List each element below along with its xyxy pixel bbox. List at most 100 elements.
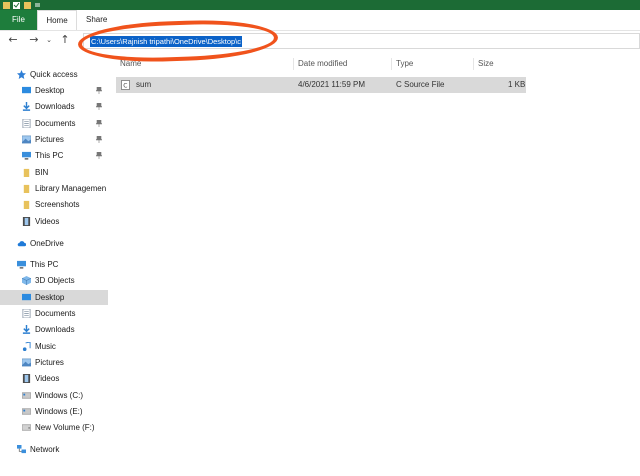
nav-label: Downloads	[35, 325, 75, 334]
new-folder-icon[interactable]	[24, 1, 31, 9]
nav-item-drive-f[interactable]: New Volume (F:)	[0, 420, 108, 435]
nav-label: Pictures	[35, 358, 64, 367]
cube-icon	[22, 276, 31, 285]
nav-item-downloads-pc[interactable]: Downloads	[0, 322, 108, 337]
computer-icon	[17, 260, 26, 269]
column-header-name[interactable]: Name	[120, 57, 141, 71]
nav-label: 3D Objects	[35, 276, 75, 285]
column-header-date[interactable]: Date modified	[298, 57, 347, 71]
column-divider[interactable]	[293, 58, 294, 70]
nav-label: Network	[30, 445, 60, 454]
nav-item-downloads[interactable]: Downloads	[0, 99, 108, 114]
c-source-file-icon: C	[121, 80, 130, 90]
nav-item-desktop-selected[interactable]: Desktop	[0, 290, 108, 305]
nav-label: Music	[35, 342, 56, 351]
recent-locations-chevron-icon[interactable]: ⌄	[42, 33, 56, 47]
tab-file[interactable]: File	[0, 10, 37, 30]
pin-icon[interactable]	[96, 136, 102, 143]
computer-icon	[22, 151, 31, 160]
nav-label: New Volume (F:)	[35, 423, 95, 432]
nav-item-music[interactable]: Music	[0, 339, 108, 354]
nav-item-screenshots[interactable]: Screenshots	[0, 197, 108, 212]
svg-text:C: C	[123, 83, 127, 90]
nav-network[interactable]: Network	[0, 442, 108, 457]
nav-item-drive-c[interactable]: Windows (C:)	[0, 388, 108, 403]
nav-label: Downloads	[35, 102, 75, 111]
nav-label: This PC	[35, 151, 64, 160]
nav-quick-access[interactable]: Quick access	[0, 67, 108, 82]
nav-item-drive-e[interactable]: Windows (E:)	[0, 404, 108, 419]
nav-label: Desktop	[35, 86, 65, 95]
pin-icon[interactable]	[96, 103, 102, 110]
download-arrow-icon	[22, 325, 31, 334]
back-arrow-icon[interactable]: ←	[6, 33, 20, 47]
column-header-type[interactable]: Type	[396, 57, 413, 71]
film-icon	[22, 374, 31, 383]
nav-item-videos-pc[interactable]: Videos	[0, 371, 108, 386]
windows-drive-icon	[22, 392, 31, 399]
desktop-icon	[22, 293, 31, 301]
document-icon	[22, 119, 31, 128]
drive-icon	[22, 424, 31, 431]
properties-icon[interactable]	[13, 1, 20, 9]
nav-item-bin[interactable]: BIN	[0, 165, 108, 180]
nav-label: Documents	[35, 309, 76, 318]
nav-label: Library Managemen	[35, 184, 107, 193]
folder-icon	[23, 200, 30, 209]
network-icon	[17, 445, 26, 454]
file-type: C Source File	[396, 80, 445, 89]
nav-item-3d-objects[interactable]: 3D Objects	[0, 273, 108, 288]
customize-toolbar-icon[interactable]	[34, 1, 41, 9]
nav-item-desktop[interactable]: Desktop	[0, 83, 108, 98]
desktop-icon	[22, 86, 31, 94]
download-arrow-icon	[22, 102, 31, 111]
nav-label: Quick access	[30, 70, 78, 79]
column-divider[interactable]	[473, 58, 474, 70]
folder-icon	[23, 168, 30, 177]
file-row[interactable]: C sum 4/6/2021 11:59 PM C Source File 1 …	[116, 77, 526, 93]
navigation-pane: Quick access Desktop Downloads Documents…	[0, 58, 108, 476]
file-date-modified: 4/6/2021 11:59 PM	[298, 80, 366, 89]
nav-label: Desktop	[35, 293, 65, 302]
nav-label: Videos	[35, 374, 60, 383]
star-icon	[17, 70, 26, 79]
ribbon: File Home Share	[0, 10, 640, 31]
nav-label: OneDrive	[30, 239, 64, 248]
nav-label: Screenshots	[35, 200, 80, 209]
nav-onedrive[interactable]: OneDrive	[0, 236, 108, 251]
nav-item-pictures[interactable]: Pictures	[0, 132, 108, 147]
document-icon	[22, 309, 31, 318]
nav-item-library-management[interactable]: Library Managemen	[0, 181, 108, 196]
nav-label: This PC	[30, 260, 59, 269]
nav-label: Windows (E:)	[35, 407, 83, 416]
pictures-icon	[22, 135, 31, 144]
pin-icon[interactable]	[96, 87, 102, 94]
forward-arrow-icon[interactable]: →	[27, 33, 41, 47]
nav-item-documents-pc[interactable]: Documents	[0, 306, 108, 321]
nav-item-videos-quick[interactable]: Videos	[0, 214, 108, 229]
nav-label: Windows (C:)	[35, 391, 84, 400]
nav-label: Videos	[35, 217, 60, 226]
nav-item-documents[interactable]: Documents	[0, 116, 108, 131]
tab-home[interactable]: Home	[37, 10, 77, 30]
up-arrow-icon[interactable]: ↑	[58, 33, 72, 47]
music-note-icon	[22, 342, 31, 351]
nav-item-this-pc-quick[interactable]: This PC	[0, 148, 108, 163]
nav-this-pc[interactable]: This PC	[0, 257, 108, 272]
nav-label: Documents	[35, 119, 76, 128]
column-divider[interactable]	[391, 58, 392, 70]
film-icon	[22, 217, 31, 226]
pictures-icon	[22, 358, 31, 367]
column-headers: Name Date modified Type Size	[116, 57, 526, 71]
title-bar	[0, 0, 640, 10]
nav-label: Pictures	[35, 135, 64, 144]
folder-icon	[3, 2, 10, 9]
windows-drive-icon	[22, 408, 31, 415]
file-name[interactable]: sum	[136, 77, 151, 93]
cloud-icon	[17, 241, 26, 247]
file-size: 1 KB	[508, 80, 526, 89]
column-header-size[interactable]: Size	[478, 57, 494, 71]
nav-item-pictures-pc[interactable]: Pictures	[0, 355, 108, 370]
pin-icon[interactable]	[96, 152, 102, 159]
pin-icon[interactable]	[96, 120, 102, 127]
